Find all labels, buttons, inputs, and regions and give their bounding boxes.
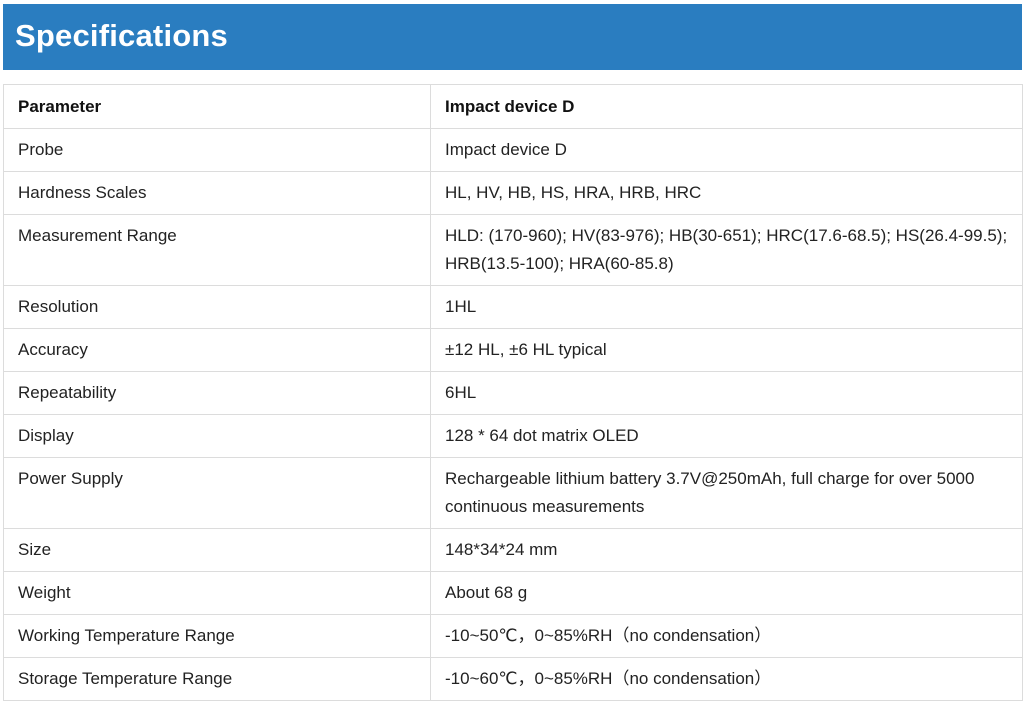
table-row: Accuracy ±12 HL, ±6 HL typical bbox=[3, 328, 1023, 372]
parameter-cell: Resolution bbox=[3, 285, 431, 329]
parameter-cell: Storage Temperature Range bbox=[3, 657, 431, 701]
table-row: Probe Impact device D bbox=[3, 128, 1023, 172]
parameter-cell: Weight bbox=[3, 571, 431, 615]
table-row: Display 128 * 64 dot matrix OLED bbox=[3, 414, 1023, 458]
parameter-cell: Accuracy bbox=[3, 328, 431, 372]
value-cell: 128 * 64 dot matrix OLED bbox=[430, 414, 1023, 458]
value-cell: ±12 HL, ±6 HL typical bbox=[430, 328, 1023, 372]
specifications-table: Parameter Impact device D Probe Impact d… bbox=[3, 84, 1023, 701]
table-row: Resolution 1HL bbox=[3, 285, 1023, 329]
table-row: Repeatability 6HL bbox=[3, 371, 1023, 415]
parameter-cell: Probe bbox=[3, 128, 431, 172]
value-cell: HL, HV, HB, HS, HRA, HRB, HRC bbox=[430, 171, 1023, 215]
value-cell: 6HL bbox=[430, 371, 1023, 415]
value-cell: Rechargeable lithium battery 3.7V@250mAh… bbox=[430, 457, 1023, 529]
value-cell: 148*34*24 mm bbox=[430, 528, 1023, 572]
value-cell: About 68 g bbox=[430, 571, 1023, 615]
value-cell: 1HL bbox=[430, 285, 1023, 329]
parameter-cell: Size bbox=[3, 528, 431, 572]
table-row: Weight About 68 g bbox=[3, 571, 1023, 615]
column-header-impact-device: Impact device D bbox=[430, 84, 1023, 129]
table-row: Measurement Range HLD: (170-960); HV(83-… bbox=[3, 214, 1023, 286]
parameter-cell: Repeatability bbox=[3, 371, 431, 415]
parameter-cell: Measurement Range bbox=[3, 214, 431, 286]
table-row: Size 148*34*24 mm bbox=[3, 528, 1023, 572]
table-row: Power Supply Rechargeable lithium batter… bbox=[3, 457, 1023, 529]
table-row: Storage Temperature Range -10~60℃，0~85%R… bbox=[3, 657, 1023, 701]
parameter-cell: Working Temperature Range bbox=[3, 614, 431, 658]
table-header-row: Parameter Impact device D bbox=[3, 84, 1023, 129]
value-cell: -10~60℃，0~85%RH（no condensation） bbox=[430, 657, 1023, 701]
column-header-parameter: Parameter bbox=[3, 84, 431, 129]
parameter-cell: Power Supply bbox=[3, 457, 431, 529]
value-cell: -10~50℃，0~85%RH（no condensation） bbox=[430, 614, 1023, 658]
parameter-cell: Hardness Scales bbox=[3, 171, 431, 215]
value-cell: Impact device D bbox=[430, 128, 1023, 172]
table-row: Hardness Scales HL, HV, HB, HS, HRA, HRB… bbox=[3, 171, 1023, 215]
parameter-cell: Display bbox=[3, 414, 431, 458]
page-title: Specifications bbox=[15, 17, 228, 53]
table-row: Working Temperature Range -10~50℃，0~85%R… bbox=[3, 614, 1023, 658]
value-cell: HLD: (170-960); HV(83-976); HB(30-651); … bbox=[430, 214, 1023, 286]
specifications-banner: Specifications bbox=[3, 4, 1022, 70]
